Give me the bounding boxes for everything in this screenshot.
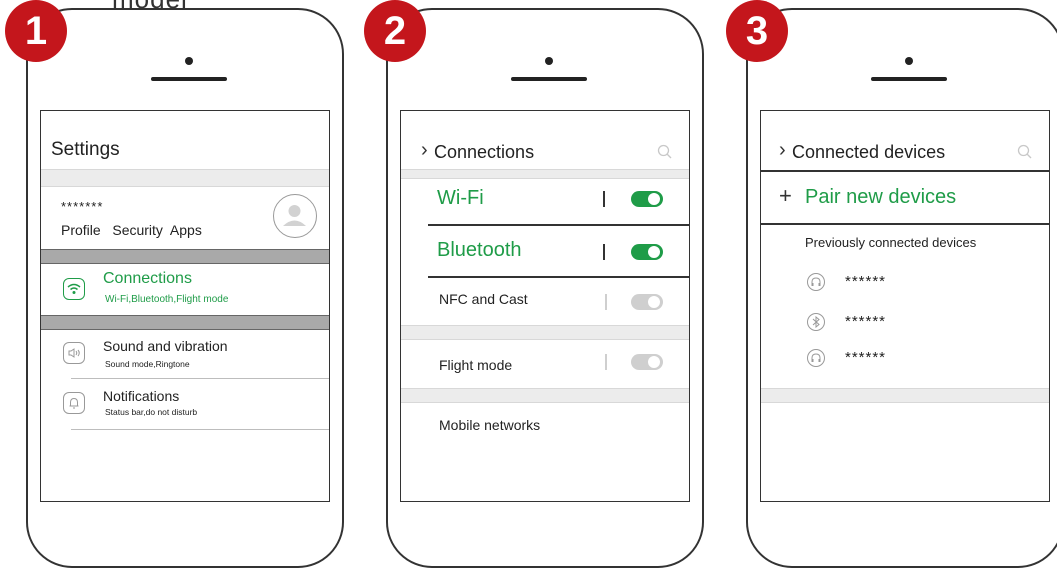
bell-icon (63, 392, 85, 414)
front-camera (545, 57, 553, 65)
device-name: ****** (845, 273, 887, 290)
section-divider (401, 388, 689, 403)
divider (428, 276, 689, 278)
search-icon[interactable] (657, 144, 673, 160)
back-chevron-icon[interactable]: › (421, 139, 428, 162)
section-divider (761, 388, 1049, 403)
flight-mode-toggle[interactable] (631, 354, 663, 370)
nfc-toggle[interactable] (631, 294, 663, 310)
avatar (273, 194, 317, 238)
setting-label: Flight mode (439, 357, 513, 373)
person-icon (283, 205, 306, 226)
back-chevron-icon[interactable]: › (779, 139, 786, 162)
menu-item-label: Connections (103, 270, 192, 287)
step-badge-1: 1 (5, 0, 67, 62)
section-heading: Previously connected devices (805, 235, 977, 250)
page-title: Connected devices (792, 142, 946, 162)
setting-label: Wi-Fi (437, 187, 484, 209)
section-divider (401, 325, 689, 340)
phone-settings: Settings ******* Profile Security Apps C… (26, 8, 344, 568)
separator-bar (605, 294, 607, 310)
connected-devices-screen: › Connected devices + Pair new devices P… (760, 110, 1050, 502)
page-title: Settings (51, 139, 120, 160)
profile-links: Profile Security Apps (61, 222, 202, 238)
earpiece-speaker (871, 77, 947, 81)
headphones-icon (807, 349, 825, 367)
headphones-icon (807, 273, 825, 291)
section-divider (41, 169, 329, 187)
section-divider (41, 315, 329, 330)
wifi-toggle[interactable] (631, 191, 663, 207)
front-camera (185, 57, 193, 65)
pair-label: Pair new devices (805, 186, 957, 208)
step-badge-3: 3 (726, 0, 788, 62)
divider (761, 170, 1049, 172)
divider (761, 223, 1049, 225)
page-title: Connections (434, 142, 535, 162)
wifi-icon (63, 278, 85, 300)
section-divider (41, 249, 329, 264)
bluetooth-icon (807, 313, 825, 331)
divider (71, 378, 329, 379)
speaker-icon (63, 342, 85, 364)
device-name: ****** (845, 313, 887, 330)
settings-screen: Settings ******* Profile Security Apps C… (40, 110, 330, 502)
phone-connected-devices: › Connected devices + Pair new devices P… (746, 8, 1057, 568)
plus-icon: + (779, 183, 792, 208)
step-badge-2: 2 (364, 0, 426, 62)
bluetooth-toggle[interactable] (631, 244, 663, 260)
menu-item-label: Sound and vibration (103, 338, 228, 354)
earpiece-speaker (151, 77, 227, 81)
search-icon[interactable] (1017, 144, 1033, 160)
separator-bar (603, 244, 605, 260)
divider (71, 429, 329, 430)
menu-item-label: Notifications (103, 388, 180, 404)
setting-label: NFC and Cast (439, 291, 528, 307)
menu-item-subtitle: Status bar,do not disturb (105, 407, 198, 417)
separator-bar (603, 191, 605, 207)
earpiece-speaker (511, 77, 587, 81)
connections-screen: › Connections Wi-Fi Bluetooth NFC and Ca… (400, 110, 690, 502)
profile-name: ******* (61, 199, 104, 214)
separator-bar (605, 354, 607, 370)
phone-connections: › Connections Wi-Fi Bluetooth NFC and Ca… (386, 8, 704, 568)
section-divider (401, 169, 689, 179)
front-camera (905, 57, 913, 65)
setting-label: Mobile networks (439, 417, 541, 433)
menu-item-subtitle: Sound mode,Ringtone (105, 359, 190, 369)
device-name: ****** (845, 349, 887, 366)
divider (428, 224, 689, 226)
menu-item-subtitle: Wi-Fi,Bluetooth,Flight mode (105, 294, 229, 305)
setting-label: Bluetooth (437, 239, 522, 261)
